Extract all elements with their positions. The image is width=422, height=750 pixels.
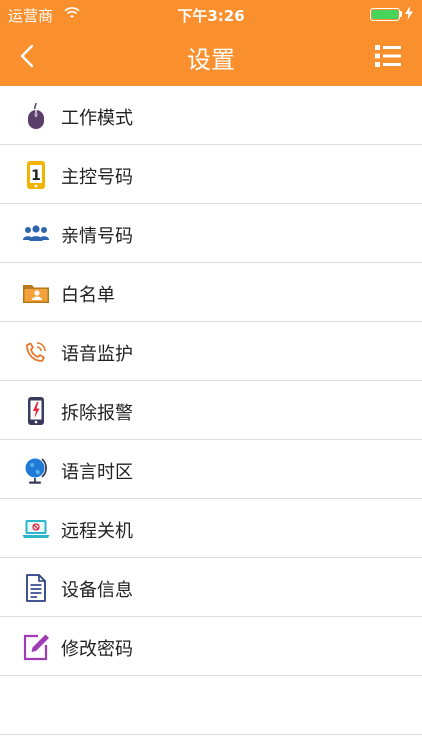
settings-item-label: 设备信息 — [61, 580, 133, 601]
settings-item-master-number[interactable]: 1 主控号码 — [0, 145, 422, 204]
empty-row — [0, 676, 422, 735]
settings-item-label: 修改密码 — [61, 639, 133, 660]
top-bar: 运营商 下午3:26 设置 — [0, 0, 422, 86]
remote-shutdown-icon — [22, 520, 50, 538]
settings-item-voice-monitor[interactable]: 语音监护 — [0, 322, 422, 381]
charging-icon — [405, 6, 413, 20]
settings-item-change-password[interactable]: 修改密码 — [0, 617, 422, 676]
status-bar: 运营商 下午3:26 — [0, 0, 422, 28]
settings-item-whitelist[interactable]: 白名单 — [0, 263, 422, 322]
battery-tip — [400, 11, 402, 17]
edit-icon — [23, 634, 49, 661]
settings-item-label: 语言时区 — [61, 462, 133, 483]
settings-item-label: 工作模式 — [61, 108, 133, 129]
family-icon — [23, 225, 49, 241]
settings-item-label: 拆除报警 — [61, 403, 133, 424]
settings-list: 工作模式 1 主控号码 亲情号码 白名单 语音监护 拆除报警 语言时区 远程关机… — [0, 86, 422, 735]
page-title: 设置 — [187, 46, 235, 74]
settings-item-remote-shutdown[interactable]: 远程关机 — [0, 499, 422, 558]
settings-item-family-numbers[interactable]: 亲情号码 — [0, 204, 422, 263]
navigation-bar: 设置 — [0, 28, 422, 86]
settings-item-language-timezone[interactable]: 语言时区 — [0, 440, 422, 499]
settings-item-label: 白名单 — [61, 285, 115, 306]
svg-text:1: 1 — [31, 168, 41, 184]
contact-folder-icon — [23, 285, 49, 303]
status-time: 下午3:26 — [177, 7, 245, 25]
list-menu-icon[interactable] — [375, 44, 401, 68]
settings-item-work-mode[interactable]: 工作模式 — [0, 86, 422, 145]
battery-icon — [370, 8, 400, 21]
settings-item-device-info[interactable]: 设备信息 — [0, 558, 422, 617]
settings-item-label: 语音监护 — [61, 344, 133, 365]
mouse-icon — [28, 102, 44, 129]
voice-phone-icon — [26, 342, 46, 362]
phone-number-icon: 1 — [27, 161, 45, 189]
settings-item-label: 主控号码 — [61, 167, 133, 188]
document-icon — [26, 574, 46, 602]
settings-item-tamper-alarm[interactable]: 拆除报警 — [0, 381, 422, 440]
tamper-alarm-icon — [28, 397, 44, 425]
globe-icon — [25, 458, 47, 484]
settings-item-label: 远程关机 — [61, 521, 133, 542]
settings-item-label: 亲情号码 — [61, 226, 133, 247]
